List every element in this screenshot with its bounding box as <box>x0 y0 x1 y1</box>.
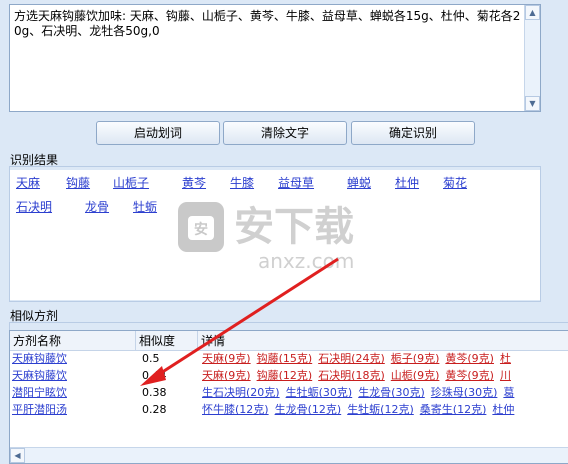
herb-link[interactable]: 天麻 <box>16 174 40 191</box>
formula-name-link[interactable]: 平肝潜阳汤 <box>12 402 134 418</box>
herb-link[interactable]: 牡蛎 <box>133 198 157 215</box>
herb-link[interactable]: 杜仲 <box>395 174 419 191</box>
scroll-up-icon[interactable]: ▲ <box>525 5 540 20</box>
svg-text:安: 安 <box>194 221 208 238</box>
table-hscrollbar[interactable]: ◀ <box>10 447 568 463</box>
start-select-button[interactable]: 启动划词 <box>96 121 220 145</box>
watermark-logo-icon: 安 安下载 anxz.com <box>178 202 354 273</box>
formula-detail: 天麻(9克) 钩藤(15克) 石决明(24克) 栀子(9克) 黄芩(9克) 杜 <box>202 351 568 367</box>
formula-name-link[interactable]: 天麻钩藤饮 <box>12 351 134 367</box>
formula-detail: 天麻(9克) 钩藤(12克) 石决明(18克) 山栀(9克) 黄芩(9克) 川 <box>202 368 568 384</box>
scroll-down-icon[interactable]: ▼ <box>525 96 540 111</box>
ingredient-link[interactable]: 怀牛膝(12克) <box>202 403 269 416</box>
input-textarea[interactable]: 方选天麻钩藤饮加味: 天麻、钩藤、山栀子、黄芩、牛膝、益母草、蝉蜕各15g、杜仲… <box>9 4 541 112</box>
scroll-left-icon[interactable]: ◀ <box>10 448 25 463</box>
herb-link[interactable]: 黄芩 <box>182 174 206 191</box>
column-name-header[interactable]: 方剂名称 <box>10 331 136 351</box>
formula-name-link[interactable]: 天麻钩藤饮 <box>12 368 134 384</box>
formula-name-link[interactable]: 潜阳宁眩饮 <box>12 385 134 401</box>
formula-detail: 怀牛膝(12克) 生龙骨(12克) 生牡蛎(12克) 桑寄生(12克) 杜仲 <box>202 402 568 418</box>
similarity-value: 0.38 <box>142 386 167 399</box>
table-row[interactable]: 天麻钩藤饮 0.5 天麻(9克) 钩藤(15克) 石决明(24克) 栀子(9克) 黄芩(9克… <box>10 351 568 367</box>
textarea-scrollbar[interactable]: ▲ ▼ <box>524 5 540 111</box>
column-detail-header[interactable]: 详情 <box>198 331 568 351</box>
ingredient-link[interactable]: 生牡蛎(12克) <box>347 403 414 416</box>
ingredient-link[interactable]: 葛 <box>503 386 514 399</box>
ingredient-link[interactable]: 生牡蛎(30克) <box>286 386 353 399</box>
ingredient-link[interactable]: 生龙骨(30克) <box>358 386 425 399</box>
similarity-value: 0.44 <box>142 369 167 382</box>
ingredient-link[interactable]: 天麻(9克) <box>202 352 251 365</box>
ingredient-link[interactable]: 生石决明(20克) <box>202 386 280 399</box>
column-similarity-header[interactable]: 相似度 <box>136 331 198 351</box>
table-row[interactable]: 天麻钩藤饮 0.44 天麻(9克) 钩藤(12克) 石决明(18克) 山栀(9克) 黄芩(9… <box>10 368 568 384</box>
ingredient-link[interactable]: 栀子(9克) <box>391 352 440 365</box>
ingredient-link[interactable]: 珍珠母(30克) <box>431 386 498 399</box>
ingredient-link[interactable]: 生龙骨(12克) <box>275 403 342 416</box>
watermark-cn: 安下载 <box>234 204 354 250</box>
herb-link[interactable]: 牛膝 <box>230 174 254 191</box>
similar-table: 方剂名称 相似度 详情 天麻钩藤饮 0.5 天麻(9克) 钩藤(15克) 石决明(24克… <box>9 330 568 464</box>
ingredient-link[interactable]: 杜 <box>500 352 511 365</box>
formula-detail: 生石决明(20克) 生牡蛎(30克) 生龙骨(30克) 珍珠母(30克) 葛 <box>202 385 568 401</box>
ingredient-link[interactable]: 钩藤(12克) <box>257 369 313 382</box>
ingredient-link[interactable]: 钩藤(15克) <box>257 352 313 365</box>
ingredient-link[interactable]: 杜仲 <box>492 403 514 416</box>
table-header: 方剂名称 相似度 详情 <box>10 331 568 351</box>
ingredient-link[interactable]: 山栀(9克) <box>391 369 440 382</box>
watermark-en: anxz.com <box>258 249 354 273</box>
clear-text-button[interactable]: 清除文字 <box>223 121 347 145</box>
similarity-value: 0.5 <box>142 352 160 365</box>
herb-link[interactable]: 钩藤 <box>66 174 90 191</box>
ingredient-link[interactable]: 川 <box>500 369 511 382</box>
herb-link[interactable]: 益母草 <box>278 174 314 191</box>
ingredient-link[interactable]: 天麻(9克) <box>202 369 251 382</box>
results-panel: 天麻 钩藤 山栀子 黄芩 牛膝 益母草 蝉蜕 杜仲 菊花 石决明 龙骨 牡蛎 安… <box>10 170 540 300</box>
table-row[interactable]: 潜阳宁眩饮 0.38 生石决明(20克) 生牡蛎(30克) 生龙骨(30克) 珍珠母(30… <box>10 385 568 401</box>
herb-link[interactable]: 山栀子 <box>113 174 149 191</box>
ingredient-link[interactable]: 石决明(18克) <box>318 369 385 382</box>
input-text: 方选天麻钩藤饮加味: 天麻、钩藤、山栀子、黄芩、牛膝、益母草、蝉蜕各15g、杜仲… <box>14 9 521 38</box>
table-row[interactable]: 平肝潜阳汤 0.28 怀牛膝(12克) 生龙骨(12克) 生牡蛎(12克) 桑寄生(12克… <box>10 402 568 418</box>
herb-link[interactable]: 菊花 <box>443 174 467 191</box>
similarity-value: 0.28 <box>142 403 167 416</box>
ingredient-link[interactable]: 黄芩(9克) <box>445 369 494 382</box>
confirm-recognize-button[interactable]: 确定识别 <box>351 121 475 145</box>
ingredient-link[interactable]: 桑寄生(12克) <box>420 403 487 416</box>
herb-link[interactable]: 蝉蜕 <box>347 174 371 191</box>
herb-link[interactable]: 石决明 <box>16 198 52 215</box>
ingredient-link[interactable]: 黄芩(9克) <box>445 352 494 365</box>
ingredient-link[interactable]: 石决明(24克) <box>318 352 385 365</box>
herb-link[interactable]: 龙骨 <box>85 198 109 215</box>
